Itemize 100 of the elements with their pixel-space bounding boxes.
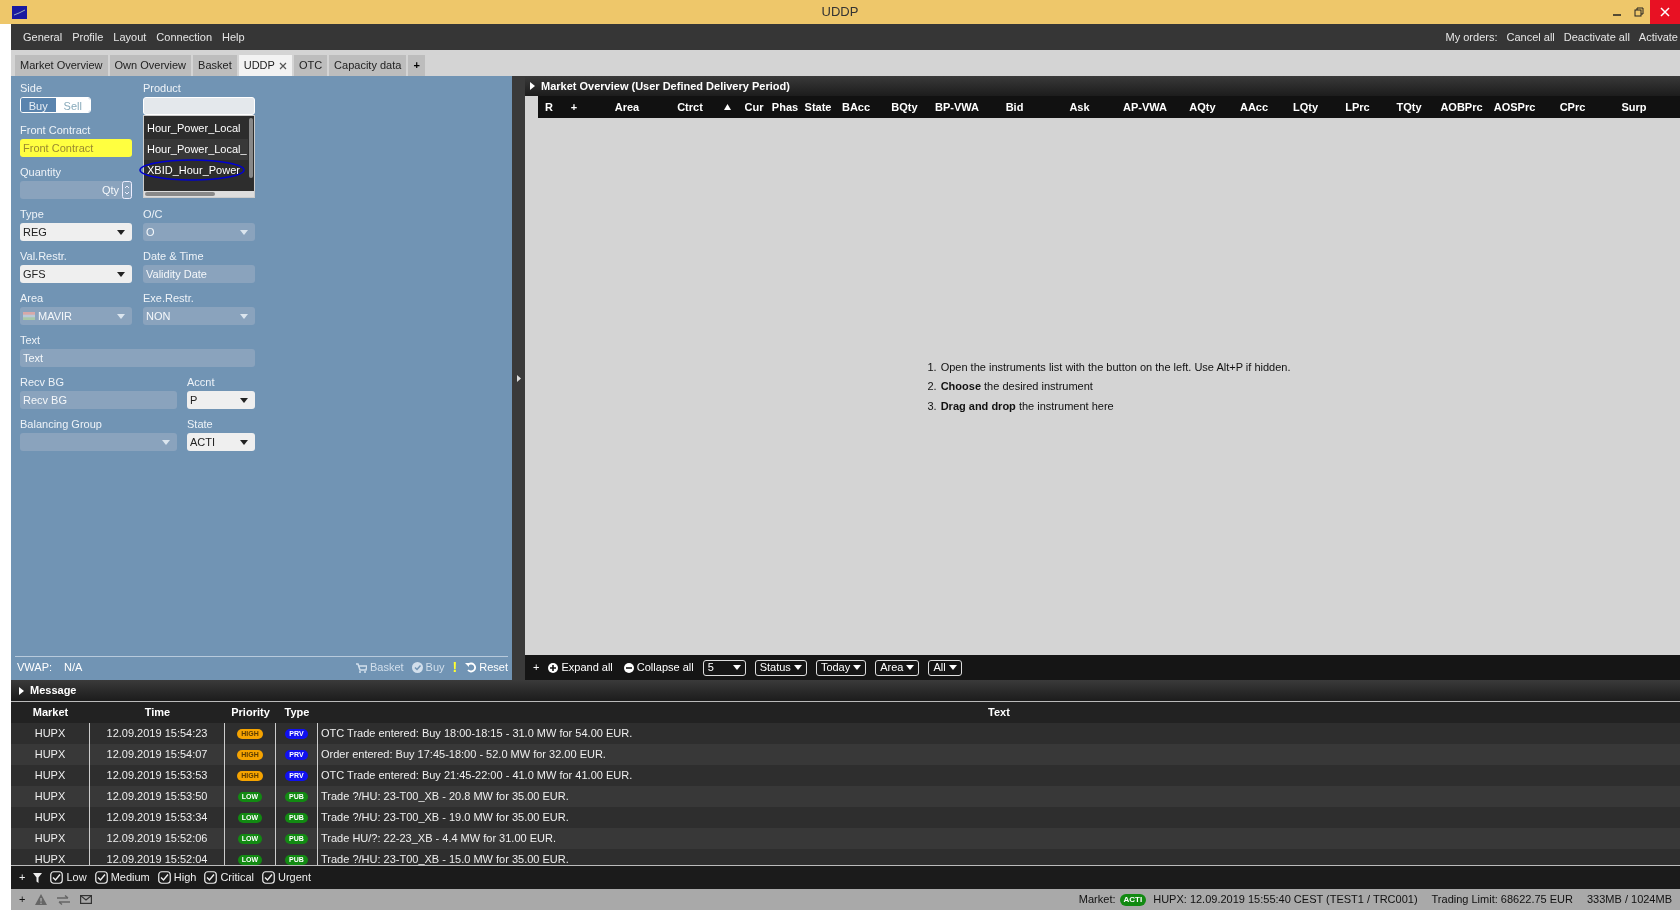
- check-circle-icon: [411, 662, 423, 673]
- menu-item[interactable]: General: [11, 28, 68, 46]
- column-header[interactable]: BQty: [891, 98, 918, 116]
- column-header[interactable]: +: [570, 98, 578, 116]
- close-icon[interactable]: [1650, 0, 1680, 24]
- dropdown-field[interactable]: GFS: [20, 265, 132, 283]
- add-button[interactable]: +: [19, 869, 26, 886]
- field-label: State: [187, 418, 214, 431]
- dropdown-button[interactable]: All: [928, 659, 962, 676]
- column-header[interactable]: AAcc: [1239, 98, 1269, 116]
- expand-arrow-icon: [530, 82, 535, 90]
- column-header[interactable]: Area: [614, 98, 640, 116]
- column-header[interactable]: Text: [988, 704, 1010, 721]
- tab[interactable]: Capacity data: [329, 55, 407, 76]
- status-label: Market:: [1078, 892, 1116, 908]
- tab[interactable]: Own Overview: [109, 55, 192, 76]
- caret-icon: [793, 665, 802, 670]
- tab[interactable]: Basket: [193, 55, 237, 76]
- caret-icon: [117, 229, 125, 235]
- column-header[interactable]: TQty: [1396, 98, 1422, 116]
- caret-icon: [732, 665, 741, 670]
- minus-circle-icon: [623, 662, 634, 673]
- filter-checkbox[interactable]: High: [157, 869, 197, 886]
- panel-title: Market Overview (User Defined Delivery Period): [541, 78, 790, 94]
- dropdown-field[interactable]: ACTI: [187, 433, 255, 451]
- tab[interactable]: UDDP: [238, 55, 292, 76]
- tab[interactable]: Market Overview: [15, 55, 108, 76]
- field-label: Area: [20, 292, 45, 305]
- add-button[interactable]: +: [533, 659, 540, 676]
- dropdown-field[interactable]: REG: [20, 223, 132, 241]
- filter-checkbox[interactable]: Medium: [94, 869, 150, 886]
- column-header[interactable]: AP-VWA: [1123, 98, 1167, 116]
- splitter-handle[interactable]: [512, 76, 525, 680]
- collapse-all-button[interactable]: Collapse all: [623, 659, 694, 676]
- trading-limit-text: Trading Limit: 68622.75 EUR: [1431, 892, 1573, 908]
- expand-all-button[interactable]: Expand all: [548, 659, 613, 676]
- column-header[interactable]: Bid: [1005, 98, 1024, 116]
- dropdown-button[interactable]: 5: [702, 659, 746, 676]
- column-header[interactable]: BAcc: [841, 98, 871, 116]
- menu-action[interactable]: Cancel all: [1506, 28, 1555, 46]
- text-input: Recv BG: [20, 391, 177, 409]
- column-header[interactable]: Market: [32, 704, 69, 721]
- tab[interactable]: OTC: [293, 55, 328, 76]
- column-header[interactable]: LPrc: [1345, 98, 1370, 116]
- column-header[interactable]: Cur: [744, 98, 764, 116]
- menu-action[interactable]: Deactivate all: [1563, 28, 1630, 46]
- dropdown-option[interactable]: Hour_Power_Local: [147, 120, 241, 137]
- column-header[interactable]: BP-VWA: [935, 98, 979, 116]
- caret-icon: [240, 313, 248, 319]
- dropdown-button[interactable]: Area: [875, 659, 920, 676]
- dropdown-field[interactable]: P: [187, 391, 255, 409]
- window-title: UDDP: [821, 3, 859, 22]
- orders-label: My orders:: [1445, 29, 1498, 45]
- column-header[interactable]: R: [545, 98, 553, 116]
- field-label: O/C: [143, 208, 164, 221]
- undo-icon: [465, 662, 477, 673]
- caret-icon: [853, 665, 862, 670]
- column-header[interactable]: Time: [144, 704, 171, 721]
- column-header[interactable]: Type: [284, 704, 310, 721]
- column-header[interactable]: LQty: [1292, 98, 1319, 116]
- table-cell-text: Trade ?/HU: 23-T00_XB - 15.0 MW for 35.00 EUR.: [321, 852, 569, 865]
- filter-checkbox[interactable]: Urgent: [262, 869, 312, 886]
- dropdown-button[interactable]: Status: [754, 659, 807, 676]
- dropdown-button[interactable]: Today: [815, 659, 867, 676]
- product-input[interactable]: [143, 97, 255, 115]
- filter-checkbox[interactable]: Low: [50, 869, 87, 886]
- menu-action[interactable]: Activate: [1638, 28, 1678, 46]
- column-header[interactable]: Ctrct: [677, 98, 703, 116]
- filter-icon[interactable]: [33, 872, 43, 883]
- column-header[interactable]: AQty: [1189, 98, 1216, 116]
- vwap-label: VWAP:: [17, 660, 53, 676]
- menu-item[interactable]: Profile: [67, 28, 109, 46]
- column-header[interactable]: State: [804, 98, 832, 116]
- table-cell-text: Trade ?/HU: 23-T00_XB - 19.0 MW for 35.00 EUR.: [321, 810, 569, 826]
- column-header[interactable]: CPrc: [1559, 98, 1586, 116]
- menu-item[interactable]: Connection: [151, 28, 217, 46]
- column-header[interactable]: Ask: [1069, 98, 1090, 116]
- table-cell-text: HUPX: [34, 768, 66, 784]
- scrollbar-thumb: [249, 118, 253, 178]
- envelope-icon[interactable]: [80, 895, 93, 904]
- menu-item[interactable]: Help: [217, 28, 250, 46]
- table-cell-text: 12.09.2019 15:54:23: [106, 726, 208, 742]
- table-cell-text: HUPX: [34, 852, 66, 865]
- text-input: Text: [20, 349, 255, 367]
- field-label: Front Contract: [20, 124, 92, 137]
- add-tab-button[interactable]: +: [408, 55, 425, 76]
- menu-item[interactable]: Layout: [108, 28, 152, 46]
- column-header[interactable]: AOSPrc: [1493, 98, 1536, 116]
- filter-checkbox[interactable]: Critical: [204, 869, 254, 886]
- column-header[interactable]: Priority: [231, 704, 270, 721]
- text-input[interactable]: Front Contract: [20, 139, 132, 157]
- expand-arrow-icon: [516, 374, 521, 382]
- dropdown-field: NON: [143, 307, 255, 325]
- field-label: Quantity: [20, 166, 62, 179]
- column-header[interactable]: AOBPrc: [1440, 98, 1483, 116]
- table-cell-text: 12.09.2019 15:53:50: [106, 789, 208, 805]
- column-header[interactable]: Surp: [1621, 98, 1647, 116]
- close-icon[interactable]: [278, 61, 287, 70]
- column-header[interactable]: Phas: [771, 98, 799, 116]
- add-button[interactable]: +: [19, 891, 26, 908]
